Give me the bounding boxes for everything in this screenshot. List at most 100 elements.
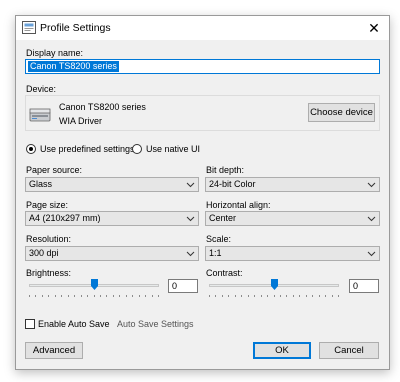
slider-tick [151,295,153,297]
window-title: Profile Settings [40,22,111,34]
display-name-label: Display name: [26,48,84,58]
slider-tick [48,295,50,297]
paper-source-select[interactable]: Glass [25,177,199,192]
resolution-value: 300 dpi [29,248,59,258]
slider-tick [247,295,249,297]
close-icon: ✕ [368,19,380,36]
chevron-down-icon [186,182,195,188]
title-bar: Profile Settings ✕ [16,16,389,40]
contrast-slider-thumb[interactable] [270,279,278,290]
device-name: Canon TS8200 series [59,102,146,112]
resolution-select[interactable]: 300 dpi [25,246,199,261]
profile-settings-dialog: Profile Settings ✕ Display name: Canon T… [15,15,390,370]
slider-tick [93,295,95,297]
cancel-label: Cancel [334,345,364,356]
slider-tick [41,295,43,297]
slider-tick [241,295,243,297]
chevron-down-icon [186,216,195,222]
page-size-value: A4 (210x297 mm) [29,213,101,223]
page-size-select[interactable]: A4 (210x297 mm) [25,211,199,226]
slider-tick [228,295,230,297]
enable-auto-save-checkbox[interactable] [25,319,35,329]
slider-tick [61,295,63,297]
slider-tick [273,295,275,297]
brightness-label: Brightness: [26,268,72,278]
resolution-label: Resolution: [26,234,72,244]
choose-device-button[interactable]: Choose device [308,103,375,122]
slider-tick [338,295,339,297]
bit-depth-label: Bit depth: [206,165,245,175]
device-driver: WIA Driver [59,116,103,126]
display-name-input[interactable]: Canon TS8200 series [25,59,380,74]
device-group: Canon TS8200 series WIA Driver Choose de… [25,95,380,131]
choose-device-label: Choose device [310,107,373,118]
slider-tick [221,295,223,297]
paper-source-label: Paper source: [26,165,83,175]
slider-tick [99,295,101,297]
slider-tick [29,295,30,297]
slider-tick [145,295,147,297]
ok-label: OK [275,345,289,356]
use-native-radio[interactable] [132,144,142,154]
slider-tick [254,295,256,297]
slider-tick [318,295,320,297]
slider-tick [138,295,140,297]
slider-tick [292,295,294,297]
ok-button[interactable]: OK [253,342,311,359]
slider-tick [260,295,262,297]
paper-source-value: Glass [29,179,53,189]
slider-tick [125,295,127,297]
slider-tick [209,295,210,297]
scanner-icon [29,108,51,122]
scale-select[interactable]: 1:1 [205,246,380,261]
brightness-value: 0 [172,281,178,291]
brightness-slider-thumb[interactable] [90,279,98,290]
brightness-ticks [29,295,159,298]
slider-tick [234,295,236,297]
cancel-button[interactable]: Cancel [319,342,379,359]
use-predefined-radio[interactable] [26,144,36,154]
chevron-down-icon [367,251,376,257]
slider-tick [80,295,82,297]
slider-tick [67,295,69,297]
advanced-label: Advanced [32,345,76,356]
slider-tick [132,295,134,297]
enable-auto-save-label: Enable Auto Save [38,319,110,329]
slider-tick [312,295,314,297]
device-label: Device: [26,84,57,94]
bit-depth-value: 24-bit Color [209,179,256,189]
slider-tick [215,295,217,297]
slider-tick [331,295,333,297]
slider-tick [158,295,159,297]
chevron-down-icon [367,216,376,222]
slider-tick [119,295,121,297]
bit-depth-select[interactable]: 24-bit Color [205,177,380,192]
app-icon [22,21,36,34]
slider-tick [305,295,307,297]
close-button[interactable]: ✕ [359,16,389,40]
slider-tick [286,295,288,297]
scale-label: Scale: [206,234,232,244]
slider-tick [112,295,114,297]
slider-tick [267,295,269,297]
brightness-input[interactable]: 0 [168,279,198,293]
horizontal-align-select[interactable]: Center [205,211,380,226]
advanced-button[interactable]: Advanced [25,342,83,359]
contrast-input[interactable]: 0 [349,279,379,293]
page-size-label: Page size: [26,200,69,210]
display-name-value: Canon TS8200 series [28,61,119,72]
contrast-label: Contrast: [206,268,243,278]
contrast-ticks [209,295,339,298]
use-predefined-label: Use predefined settings [40,144,135,154]
slider-tick [87,295,89,297]
chevron-down-icon [186,251,195,257]
slider-tick [74,295,76,297]
contrast-value: 0 [353,281,359,291]
slider-tick [54,295,56,297]
slider-tick [299,295,301,297]
slider-tick [279,295,281,297]
auto-save-settings-link[interactable]: Auto Save Settings [117,319,194,329]
horizontal-align-label: Horizontal align: [206,200,271,210]
chevron-down-icon [367,182,376,188]
slider-tick [35,295,37,297]
